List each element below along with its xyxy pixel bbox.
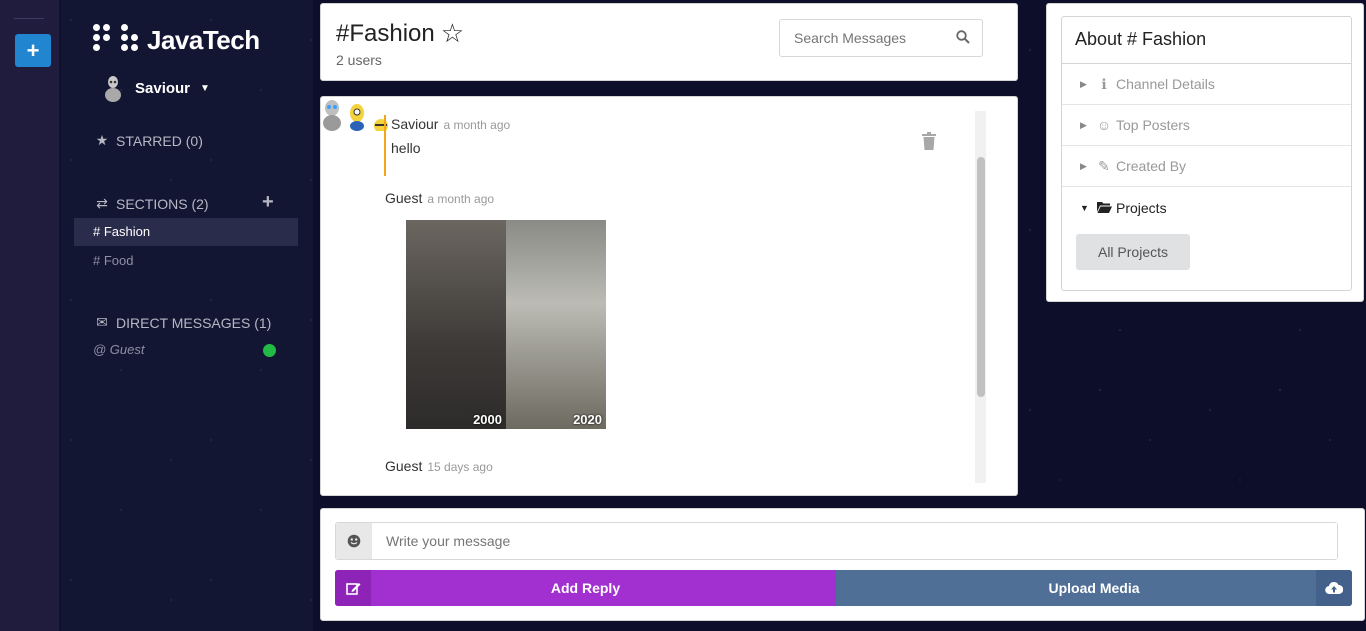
workspace-rail: + [0, 0, 60, 631]
accordion-channel-details[interactable]: ▶ ℹ Channel Details [1062, 64, 1351, 105]
compose-panel: Add Reply Upload Media [320, 508, 1365, 621]
info-icon: ℹ [1101, 75, 1107, 92]
message-composer [335, 522, 1338, 560]
channel-item-fashion[interactable]: # Fashion [74, 218, 298, 246]
cloud-upload-icon [1316, 570, 1352, 606]
message-avatar [350, 104, 365, 131]
add-section-button[interactable]: + [262, 191, 274, 214]
exchange-icon: ⇄ [96, 195, 108, 211]
pencil-icon: ✎ [1098, 157, 1110, 174]
message-timestamp: a month ago [427, 192, 495, 206]
message-timestamp: 15 days ago [427, 460, 493, 474]
caret-right-icon: ▶ [1080, 160, 1087, 171]
user-circle-icon: ☺ [1096, 117, 1112, 133]
own-message-indicator [384, 115, 386, 176]
add-workspace-button[interactable]: + [15, 34, 51, 67]
search-icon[interactable] [956, 30, 970, 44]
about-panel: About # Fashion ▶ ℹ Channel Details ▶ ☺ … [1046, 3, 1364, 302]
image-label: 2020 [573, 412, 602, 427]
about-accordion: About # Fashion ▶ ℹ Channel Details ▶ ☺ … [1061, 16, 1352, 291]
rail-divider [14, 18, 44, 19]
caret-right-icon: ▶ [1080, 78, 1087, 89]
dm-item-guest[interactable]: @ Guest [93, 342, 145, 357]
accordion-top-posters[interactable]: ▶ ☺ Top Posters [1062, 105, 1351, 146]
messages-panel: Saviour a month ago hello Guest a month ag… [320, 96, 1018, 496]
upload-media-button[interactable]: Upload Media [836, 570, 1352, 606]
envelope-icon: ✉ [96, 314, 108, 330]
image-left-half: 2000 [406, 220, 506, 429]
user-menu[interactable]: Saviour ▼ [103, 74, 210, 102]
message-input[interactable] [372, 523, 1337, 559]
edit-icon [335, 570, 371, 606]
message-avatar [323, 100, 341, 131]
folder-open-icon [1094, 200, 1114, 216]
message-avatar [373, 119, 388, 133]
message-text: hello [391, 140, 421, 156]
image-label: 2000 [473, 412, 502, 427]
caret-right-icon: ▶ [1080, 119, 1087, 130]
search-input[interactable] [780, 30, 950, 46]
scrollbar-thumb[interactable] [977, 157, 985, 397]
accordion-projects[interactable]: ▼ Projects [1062, 187, 1351, 228]
channel-title: #Fashion ☆ [336, 18, 465, 49]
user-name: Saviour [135, 79, 191, 97]
message-author: Guest [385, 190, 423, 206]
user-avatar [105, 76, 121, 102]
logo-icon [93, 24, 141, 56]
sidebar: JavaTech Saviour ▼ ★ STARRED (0) ⇄ SECTI… [61, 0, 313, 631]
message-item: Guest a month ago [385, 190, 494, 208]
channel-header: #Fashion ☆ 2 users [320, 3, 1018, 81]
message-image[interactable]: 2000 2020 [406, 220, 606, 429]
image-right-half: 2020 [506, 220, 606, 429]
message-timestamp: a month ago [443, 118, 511, 132]
trash-icon[interactable] [921, 132, 937, 150]
star-icon: ★ [95, 132, 109, 148]
caret-down-icon: ▼ [1080, 202, 1089, 213]
about-title: About # Fashion [1062, 17, 1351, 64]
direct-messages-header: ✉ DIRECT MESSAGES (1) [93, 314, 271, 331]
all-projects-button[interactable]: All Projects [1076, 234, 1190, 270]
message-author: Guest [385, 458, 423, 474]
search-box[interactable] [779, 19, 983, 57]
star-outline-icon[interactable]: ☆ [441, 18, 464, 49]
emoji-button[interactable] [336, 523, 372, 559]
app-logo: JavaTech [93, 24, 260, 56]
compose-actions: Add Reply Upload Media [335, 570, 1352, 606]
channel-item-food[interactable]: # Food [74, 247, 298, 275]
sections-header: ⇄ SECTIONS (2) [93, 195, 208, 212]
users-count: 2 users [336, 52, 382, 68]
app-name: JavaTech [147, 24, 260, 55]
message-item: Saviour a month ago hello [391, 116, 510, 156]
starred-header: ★ STARRED (0) [93, 132, 203, 149]
message-item: Guest 15 days ago [385, 458, 493, 476]
emoji-icon [347, 534, 361, 548]
accordion-created-by[interactable]: ▶ ✎ Created By [1062, 146, 1351, 187]
message-author: Saviour [391, 116, 439, 132]
add-reply-button[interactable]: Add Reply [335, 570, 836, 606]
online-status-indicator [263, 344, 276, 357]
chevron-down-icon: ▼ [200, 82, 210, 94]
